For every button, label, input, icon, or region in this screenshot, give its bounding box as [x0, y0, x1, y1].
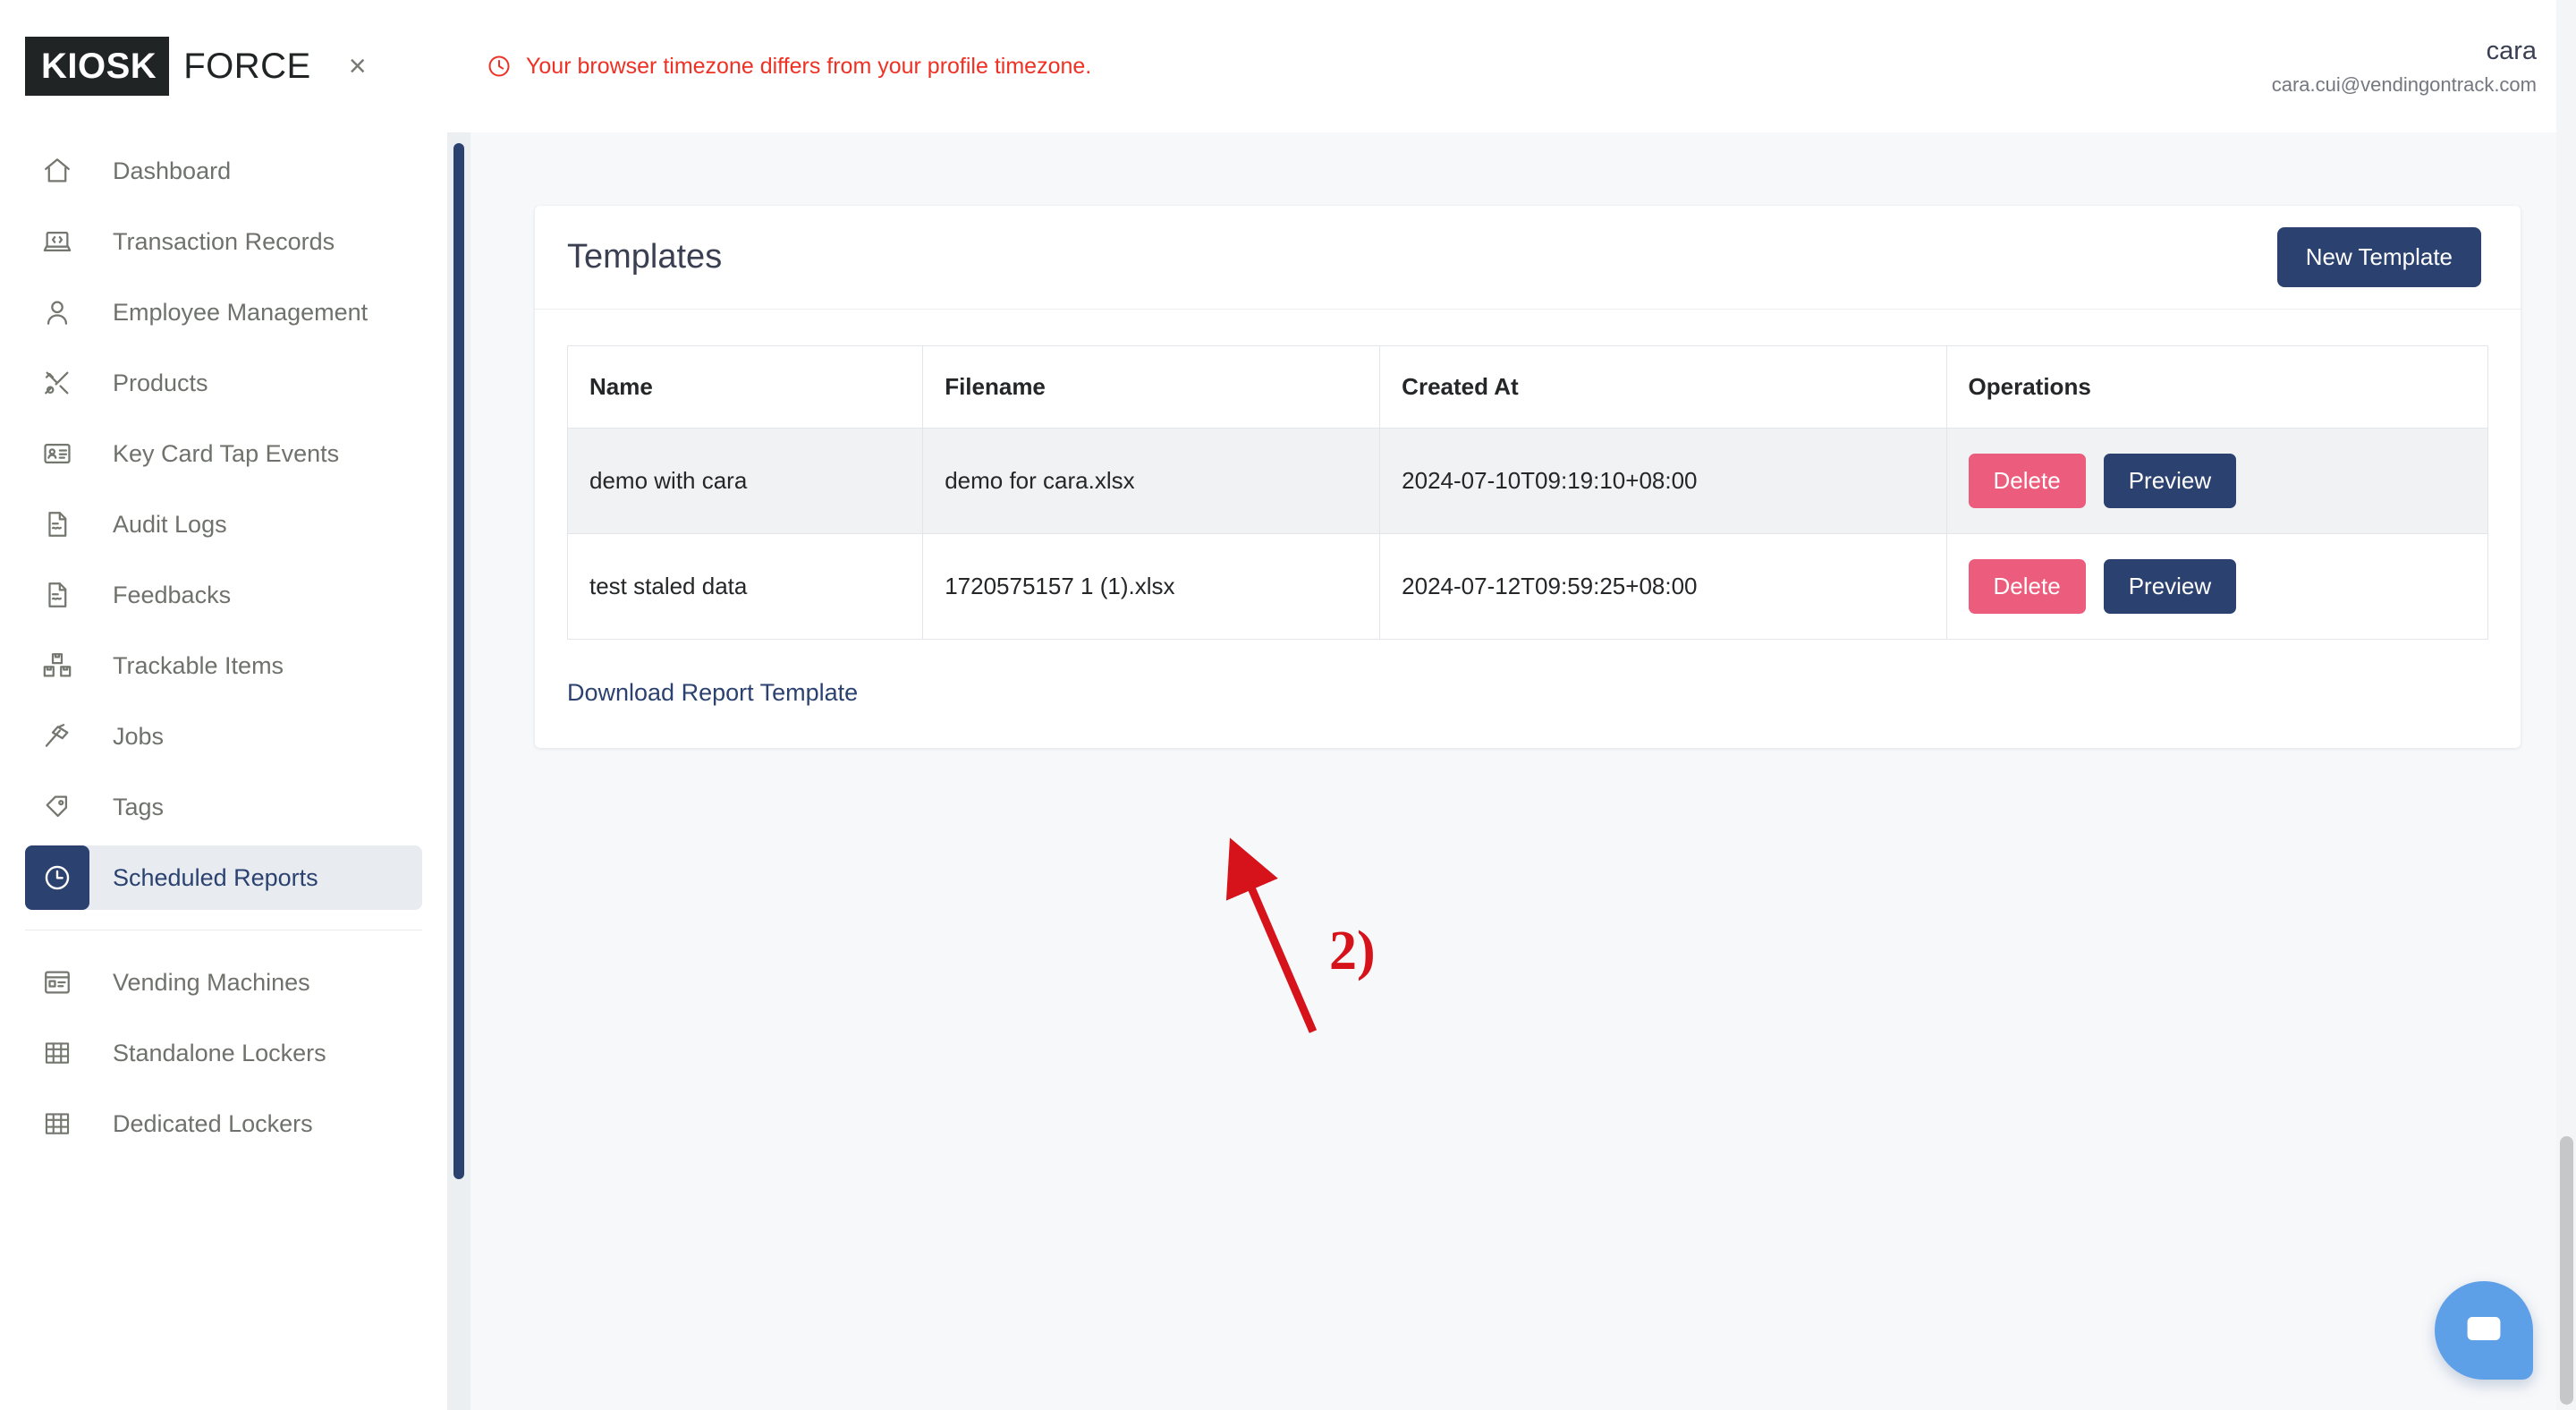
sidebar-item-vending-machines[interactable]: Vending Machines — [25, 950, 422, 1015]
card-footer: Download Report Template — [535, 640, 2521, 748]
operations-group: Delete Preview — [1968, 454, 2466, 508]
id-card-icon — [25, 421, 89, 486]
sidebar-item-label: Vending Machines — [113, 968, 310, 996]
sidebar-item-standalone-lockers[interactable]: Standalone Lockers — [25, 1021, 422, 1085]
sidebar-item-audit-logs[interactable]: Audit Logs — [25, 492, 422, 556]
sidebar-item-scheduled-reports[interactable]: Scheduled Reports — [25, 845, 422, 910]
templates-card: Templates New Template Name Filename Cre… — [535, 206, 2521, 748]
document-signature-icon — [25, 563, 89, 627]
cell-created-at: 2024-07-10T09:19:10+08:00 — [1379, 428, 1947, 534]
templates-table: Name Filename Created At Operations demo… — [566, 345, 2489, 640]
cell-operations: Delete Preview — [1945, 428, 2489, 534]
chat-widget-button[interactable] — [2435, 1281, 2533, 1380]
sidebar-item-feedbacks[interactable]: Feedbacks — [25, 563, 422, 627]
tools-icon — [25, 351, 89, 415]
sidebar-item-label: Standalone Lockers — [113, 1039, 326, 1066]
sidebar: KIOSK FORCE × Dashboard Transaction Reco… — [0, 0, 447, 1410]
delete-button[interactable]: Delete — [1968, 454, 2086, 508]
content-scrollbar[interactable] — [447, 132, 470, 1410]
sidebar-item-label: Jobs — [113, 722, 165, 750]
sidebar-item-tags[interactable]: Tags — [25, 775, 422, 839]
table-row[interactable]: test staled data 1720575157 1 (1).xlsx 2… — [566, 533, 2489, 640]
cell-filename: demo for cara.xlsx — [922, 428, 1381, 534]
sidebar-item-label: Audit Logs — [113, 510, 227, 538]
sidebar-nav: Dashboard Transaction Records Employee M… — [0, 139, 447, 1156]
annotation-step-label: 2) — [1329, 921, 1376, 981]
home-icon — [25, 139, 89, 203]
chat-bubble-icon — [2461, 1305, 2507, 1356]
column-header-filename: Filename — [922, 345, 1381, 429]
preview-button[interactable]: Preview — [2103, 559, 2237, 614]
sidebar-item-label: Tags — [113, 793, 165, 820]
cell-name: test staled data — [566, 533, 924, 640]
grid-icon — [25, 1021, 89, 1085]
sidebar-item-label: Scheduled Reports — [113, 863, 318, 891]
sidebar-item-label: Dedicated Lockers — [113, 1109, 313, 1137]
column-header-operations: Operations — [1945, 345, 2489, 429]
sidebar-item-transaction-records[interactable]: Transaction Records — [25, 209, 422, 274]
cell-operations: Delete Preview — [1945, 533, 2489, 640]
sidebar-item-trackable-items[interactable]: Trackable Items — [25, 633, 422, 698]
cell-name: demo with cara — [566, 428, 924, 534]
hammer-icon — [25, 704, 89, 769]
download-report-template-link[interactable]: Download Report Template — [567, 679, 858, 706]
content-scrollbar-thumb[interactable] — [453, 143, 464, 1179]
cell-filename: 1720575157 1 (1).xlsx — [922, 533, 1381, 640]
cell-created-at: 2024-07-12T09:59:25+08:00 — [1379, 533, 1947, 640]
sidebar-item-label: Key Card Tap Events — [113, 439, 340, 467]
sidebar-item-label: Trackable Items — [113, 651, 284, 679]
sidebar-item-label: Employee Management — [113, 298, 369, 326]
annotation-arrow — [1225, 837, 1318, 1033]
preview-button[interactable]: Preview — [2103, 454, 2237, 508]
page-scrollbar[interactable] — [2556, 0, 2576, 1410]
card-header: Templates New Template — [535, 206, 2521, 310]
sidebar-item-dedicated-lockers[interactable]: Dedicated Lockers — [25, 1091, 422, 1156]
close-icon[interactable]: × — [349, 51, 367, 81]
main-region: Your browser timezone differs from your … — [447, 0, 2576, 1410]
table-body: demo with cara demo for cara.xlsx 2024-0… — [566, 428, 2489, 640]
sidebar-item-products[interactable]: Products — [25, 351, 422, 415]
logo-primary-text: KIOSK — [25, 37, 170, 96]
card-body: Name Filename Created At Operations demo… — [535, 310, 2521, 640]
clock-icon — [25, 845, 89, 910]
sidebar-item-label: Dashboard — [113, 157, 232, 184]
laptop-code-icon — [25, 209, 89, 274]
sidebar-item-label: Products — [113, 369, 208, 396]
page-title: Templates — [567, 238, 723, 276]
table-header-row: Name Filename Created At Operations — [566, 345, 2489, 429]
user-icon — [25, 280, 89, 344]
app-logo[interactable]: KIOSK FORCE — [25, 37, 311, 96]
grid-icon — [25, 1091, 89, 1156]
sidebar-item-dashboard[interactable]: Dashboard — [25, 139, 422, 203]
brand-row: KIOSK FORCE × — [0, 0, 447, 132]
app-root: KIOSK FORCE × Dashboard Transaction Reco… — [0, 0, 2576, 1410]
content-scroll-region: Templates New Template Name Filename Cre… — [447, 132, 2576, 1410]
timezone-warning-text: Your browser timezone differs from your … — [526, 53, 1092, 79]
user-profile[interactable]: cara cara.cui@vendingontrack.com — [2272, 34, 2537, 98]
tag-icon — [25, 775, 89, 839]
logo-secondary-text: FORCE — [183, 47, 311, 86]
column-header-created-at: Created At — [1379, 345, 1947, 429]
table-row[interactable]: demo with cara demo for cara.xlsx 2024-0… — [566, 428, 2489, 534]
column-header-name: Name — [566, 345, 924, 429]
sidebar-item-label: Feedbacks — [113, 581, 232, 608]
vending-machine-icon — [25, 950, 89, 1015]
boxes-icon — [25, 633, 89, 698]
operations-group: Delete Preview — [1968, 559, 2466, 614]
clock-alert-icon — [487, 54, 512, 79]
sidebar-item-jobs[interactable]: Jobs — [25, 704, 422, 769]
timezone-warning-banner: Your browser timezone differs from your … — [487, 54, 1091, 80]
sidebar-item-employee-management[interactable]: Employee Management — [25, 280, 422, 344]
page-scrollbar-thumb[interactable] — [2560, 1136, 2573, 1405]
user-name: cara — [2486, 37, 2537, 66]
document-signature-icon — [25, 492, 89, 556]
new-template-button[interactable]: New Template — [2276, 227, 2481, 287]
sidebar-item-label: Transaction Records — [113, 227, 335, 255]
delete-button[interactable]: Delete — [1968, 559, 2086, 614]
user-email: cara.cui@vendingontrack.com — [2271, 73, 2537, 97]
sidebar-item-key-card-tap-events[interactable]: Key Card Tap Events — [25, 421, 422, 486]
topbar: Your browser timezone differs from your … — [447, 0, 2576, 132]
table-head: Name Filename Created At Operations — [566, 345, 2489, 429]
